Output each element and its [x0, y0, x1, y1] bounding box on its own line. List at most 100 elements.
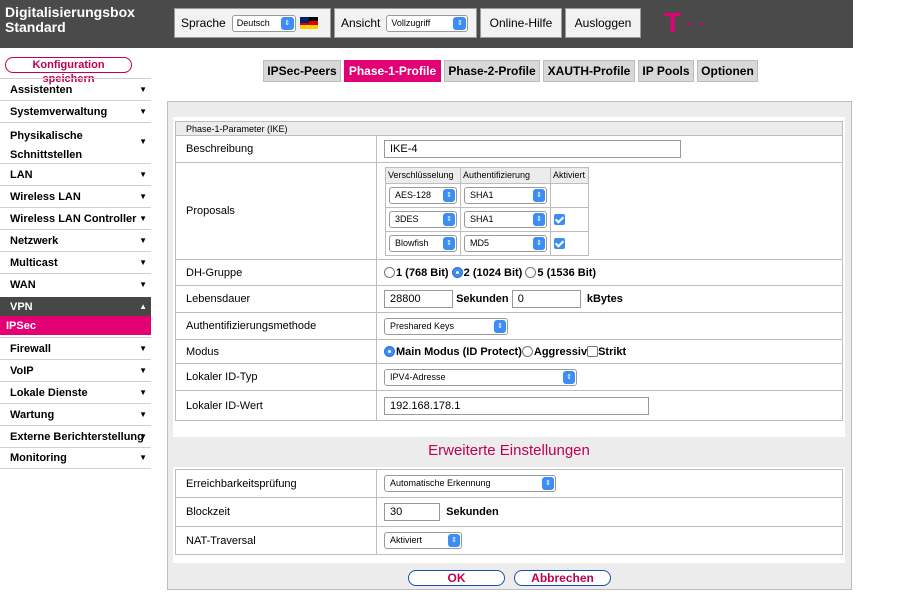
dh-group-radio-5[interactable] — [525, 267, 537, 279]
lifetime-seconds-unit: Sekunden — [456, 292, 509, 305]
tab-ip-pools[interactable]: IP Pools — [638, 60, 694, 82]
dh-group-radio-2[interactable] — [451, 267, 463, 279]
view-select-value: Vollzugriff — [391, 18, 431, 28]
caret-up-icon: ▲ — [139, 301, 147, 311]
chevron-updown-icon: ⇕ — [542, 477, 554, 490]
mode-aggressive-label: Aggressiv — [533, 345, 588, 358]
sidebar-item-monitoring[interactable]: Monitoring ▼ — [0, 447, 151, 469]
proposal-row: AES-128 ⇕ SHA1 ⇕ — [385, 182, 589, 208]
sidebar-item-wan[interactable]: WAN ▼ — [0, 273, 151, 295]
proposals-table: Verschlüsselung Authentifizierung Aktivi… — [385, 166, 589, 256]
sidebar-item-label: Wartung — [10, 408, 55, 421]
language-group: Sprache Deutsch ⇕ — [174, 8, 331, 38]
dh-group-radio-1[interactable] — [384, 267, 395, 279]
sidebar-item-systemverwaltung[interactable]: Systemverwaltung ▼ — [0, 100, 151, 122]
lifetime-seconds-input[interactable]: 28800 — [384, 290, 453, 308]
local-id-value-label-text: Lokaler ID-Wert — [186, 399, 263, 412]
mode-strict-checkbox[interactable] — [587, 346, 599, 358]
block-time-input[interactable]: 30 — [384, 503, 440, 521]
sidebar-item-label: LAN — [10, 168, 33, 181]
caret-down-icon: ▼ — [139, 257, 147, 267]
tab-phase-2-profile[interactable]: Phase-2-Profile — [444, 60, 540, 82]
online-help-button[interactable]: Online-Hilfe — [480, 8, 562, 38]
sidebar-item-assistenten[interactable]: Assistenten ▼ — [0, 78, 151, 100]
proposals-header-auth: Authentifizierung — [460, 166, 551, 184]
sidebar-item-firewall[interactable]: Firewall ▼ — [0, 337, 151, 359]
view-select[interactable]: Vollzugriff ⇕ — [386, 14, 469, 32]
mode-label: Modus — [175, 339, 377, 364]
sidebar-item-ipsec[interactable]: IPSec — [0, 316, 151, 335]
auth-select[interactable]: MD5 ⇕ — [464, 234, 547, 252]
nat-traversal-label-text: NAT-Traversal — [186, 534, 256, 547]
auth-method-select[interactable]: Preshared Keys ⇕ — [384, 317, 508, 335]
ok-button[interactable]: OK — [408, 570, 505, 586]
caret-down-icon: ▼ — [139, 343, 147, 353]
sidebar-item-multicast[interactable]: Multicast ▼ — [0, 251, 151, 273]
dh-group-label: DH-Gruppe — [175, 259, 377, 286]
proposals-header-enabled: Aktiviert — [550, 166, 589, 184]
chevron-updown-icon: ⇕ — [494, 319, 506, 333]
dh-group-label-text: DH-Gruppe — [186, 266, 243, 279]
sidebar-item-physikalische-schnittstellen[interactable]: Physikalische Schnittstellen ▼ — [0, 122, 151, 163]
logout-button[interactable]: Ausloggen — [565, 8, 641, 38]
encryption-select[interactable]: AES-128 ⇕ — [389, 186, 457, 204]
sidebar-item-label: Externe Berichterstellung — [10, 430, 144, 443]
sidebar-item-lan[interactable]: LAN ▼ — [0, 163, 151, 185]
lifetime-label-text: Lebensdauer — [186, 293, 251, 305]
language-select[interactable]: Deutsch ⇕ — [231, 14, 296, 32]
local-id-type-select[interactable]: IPV4-Adresse ⇕ — [384, 368, 577, 386]
auth-select[interactable]: SHA1 ⇕ — [464, 186, 547, 204]
local-id-value-input[interactable]: 192.168.178.1 — [384, 396, 649, 415]
description-input[interactable]: IKE-4 — [384, 140, 681, 158]
dh-group-option-1: 1 (768 Bit) — [396, 266, 449, 279]
sidebar-item-label: Multicast — [10, 256, 58, 269]
proposal-enabled-checkbox[interactable] — [554, 213, 565, 225]
mode-main-label: Main Modus (ID Protect) — [396, 345, 522, 358]
chevron-updown-icon: ⇕ — [443, 188, 455, 202]
proposal-row: 3DES ⇕ SHA1 ⇕ — [385, 206, 589, 232]
encryption-select[interactable]: Blowfish ⇕ — [389, 234, 457, 252]
chevron-updown-icon: ⇕ — [563, 370, 575, 384]
tab-phase-1-profile[interactable]: Phase-1-Profile — [344, 60, 441, 82]
online-help-label: Online-Hilfe — [489, 16, 553, 30]
sidebar-item-wartung[interactable]: Wartung ▼ — [0, 403, 151, 425]
sidebar-item-externe-berichterstellung[interactable]: Externe Berichterstellung ▼ — [0, 425, 151, 447]
sidebar-item-label: VoIP — [10, 364, 34, 377]
nat-traversal-select[interactable]: Aktiviert ⇕ — [384, 532, 462, 549]
auth-select[interactable]: SHA1 ⇕ — [464, 210, 547, 228]
proposal-enabled-checkbox[interactable] — [554, 237, 565, 249]
sidebar-item-wireless-lan-controller[interactable]: Wireless LAN Controller ▼ — [0, 207, 151, 229]
product-name: Digitalisierungsbox Standard — [5, 5, 135, 35]
tab-ipsec-peers[interactable]: IPSec-Peers — [263, 60, 341, 82]
tab-xauth-profile[interactable]: XAUTH-Profile — [543, 60, 635, 82]
proposals-label: Proposals — [175, 162, 377, 260]
block-time-label-text: Blockzeit — [186, 506, 231, 518]
nat-traversal-label: NAT-Traversal — [175, 526, 377, 555]
sidebar-item-lokale-dienste[interactable]: Lokale Dienste ▼ — [0, 381, 151, 403]
block-time-unit: Sekunden — [446, 505, 499, 518]
chevron-updown-icon: ⇕ — [448, 534, 460, 547]
save-configuration-button[interactable]: Konfiguration speichern — [5, 57, 132, 85]
sidebar-item-vpn[interactable]: VPN ▲ — [0, 297, 151, 316]
cancel-button[interactable]: Abbrechen — [514, 570, 611, 586]
mode-strict-label: Strikt — [598, 345, 627, 358]
caret-down-icon: ▼ — [139, 191, 147, 201]
sidebar-item-label: IPSec — [6, 319, 36, 332]
auth-method-label-text: Authentifizierungsmethode — [186, 320, 317, 332]
sidebar-item-netzwerk[interactable]: Netzwerk ▼ — [0, 229, 151, 251]
reachability-select[interactable]: Automatische Erkennung ⇕ — [384, 475, 556, 492]
local-id-type-label-text: Lokaler ID-Typ — [186, 371, 258, 383]
proposal-enabled-cell — [550, 182, 589, 208]
chevron-updown-icon: ⇕ — [533, 236, 545, 250]
tab-optionen[interactable]: Optionen — [697, 60, 758, 82]
encryption-select[interactable]: 3DES ⇕ — [389, 210, 457, 228]
dh-group-radios: 1 (768 Bit) 2 (1024 Bit) 5 (1536 Bit) — [376, 259, 843, 286]
block-time-label: Blockzeit — [175, 497, 377, 527]
proposals-label-text: Proposals — [186, 205, 235, 217]
lifetime-kbytes-input[interactable]: 0 — [511, 290, 581, 308]
mode-main-radio[interactable] — [384, 346, 395, 358]
mode-aggressive-radio[interactable] — [521, 346, 533, 358]
sidebar-item-wireless-lan[interactable]: Wireless LAN ▼ — [0, 185, 151, 207]
chevron-updown-icon: ⇕ — [280, 16, 294, 30]
sidebar-item-voip[interactable]: VoIP ▼ — [0, 359, 151, 381]
